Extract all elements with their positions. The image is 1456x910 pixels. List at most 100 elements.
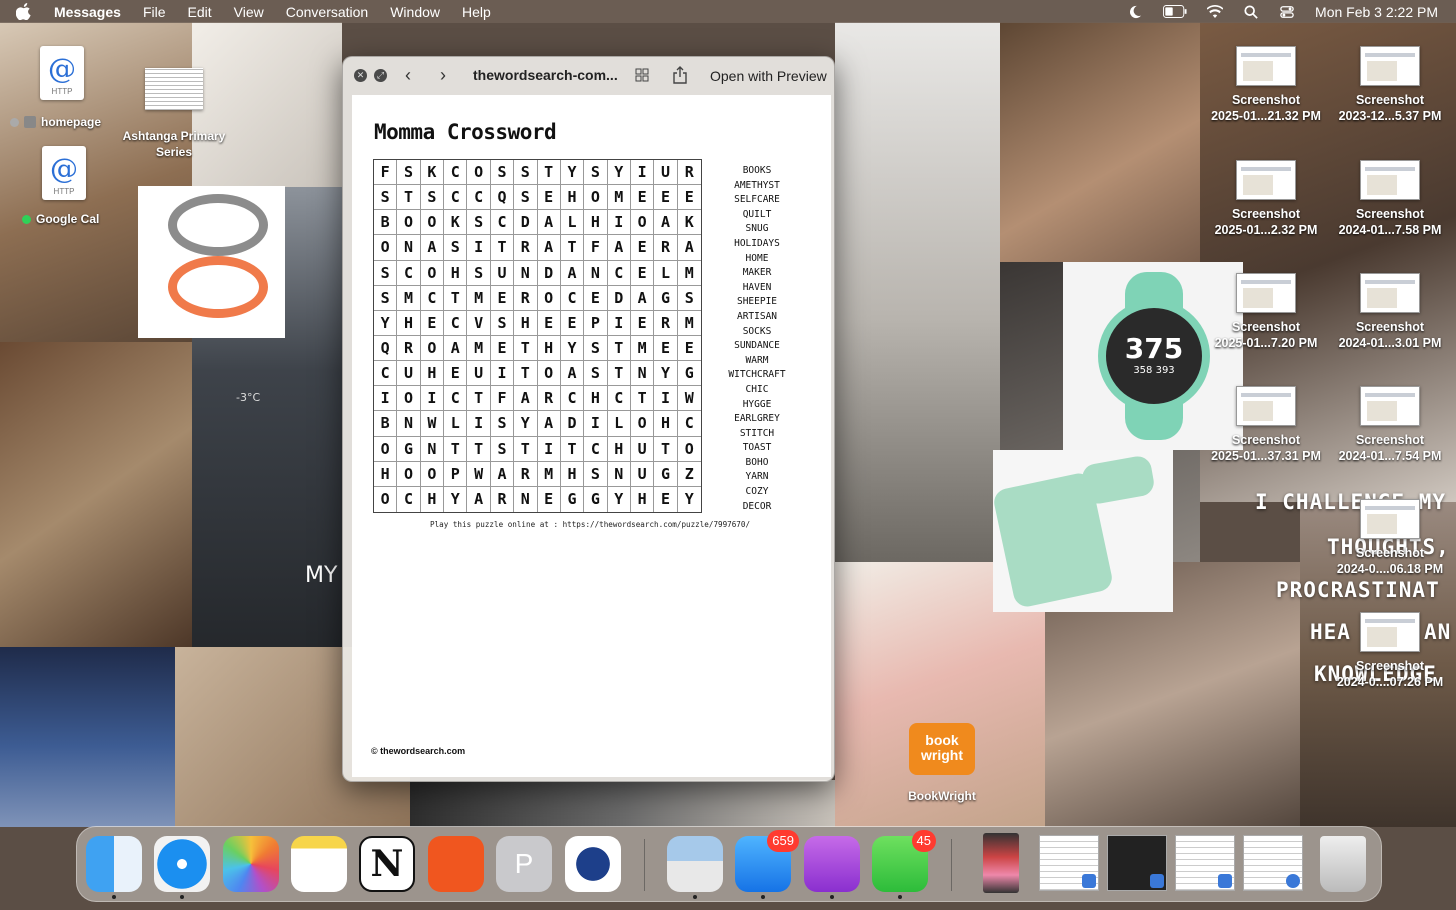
menubar-clock[interactable]: Mon Feb 3 2:22 PM <box>1315 4 1438 20</box>
close-icon[interactable]: ✕ <box>354 69 367 82</box>
grid-cell: D <box>514 210 538 236</box>
desktop-screenshot-3[interactable]: Screenshot 2025-01...2.32 PM <box>1204 160 1328 238</box>
grid-cell: S <box>584 335 608 362</box>
minimized-safari-window[interactable] <box>1243 835 1303 891</box>
grid-cell: S <box>444 235 468 261</box>
desktop-screenshot-7[interactable]: Screenshot 2025-01...37.31 PM <box>1204 386 1328 464</box>
grid-cell: T <box>397 185 421 211</box>
word-list-item: YARN <box>745 471 769 483</box>
screenshot-thumbnail <box>1360 499 1420 539</box>
moon-icon[interactable] <box>1127 5 1143 19</box>
minimized-book-cover[interactable] <box>983 833 1019 893</box>
messages-icon[interactable]: 45 <box>872 830 936 899</box>
word-list: BOOKS AMETHYST SELFCARE QUILT SNUG HOLIDAYS HO… <box>722 164 792 514</box>
preview-icon[interactable] <box>667 836 723 899</box>
grid-cell: N <box>514 260 538 286</box>
notion-icon[interactable]: N <box>359 836 415 892</box>
podcasts-icon[interactable] <box>804 836 860 899</box>
apple-logo-icon[interactable] <box>16 3 32 20</box>
wifi-icon[interactable] <box>1207 4 1224 19</box>
notes-icon[interactable] <box>291 836 347 892</box>
photos-icon[interactable] <box>223 836 279 892</box>
desktop-label-google-cal[interactable]: Google Cal <box>22 212 99 226</box>
grid-cell: Q <box>490 185 515 211</box>
grid-cell: T <box>654 436 678 462</box>
menu-messages[interactable]: Messages <box>54 4 121 20</box>
grid-view-icon[interactable] <box>635 68 649 82</box>
quick-look-window: ✕ ⤢ ‹ › thewordsearch-com... Open with P… <box>342 56 835 782</box>
grid-cell: A <box>537 411 561 437</box>
menu-conversation[interactable]: Conversation <box>286 4 369 20</box>
word-search-grid: FSKCOSSTYSYIURSTSCCQSEHOMEEEBOOKSCDALHIO… <box>373 159 702 513</box>
open-with-preview-button[interactable]: Open with Preview <box>704 65 833 87</box>
grid-cell: O <box>630 210 655 236</box>
substack-icon[interactable] <box>428 836 484 892</box>
search-icon[interactable] <box>1243 4 1259 19</box>
share-icon[interactable] <box>673 66 687 84</box>
grid-cell: Y <box>684 490 694 509</box>
desktop-screenshot-4[interactable]: Screenshot 2024-01...7.58 PM <box>1328 160 1452 238</box>
desktop-screenshot-2[interactable]: Screenshot 2023-12...5.37 PM <box>1328 46 1452 124</box>
desktop-icon-bookwright[interactable]: book wright BookWright <box>905 723 979 803</box>
menu-help[interactable]: Help <box>462 4 491 20</box>
grid-cell: A <box>467 486 491 512</box>
grid-cell: H <box>514 310 538 336</box>
desktop-screenshot-1[interactable]: Screenshot 2025-01...21.32 PM <box>1204 46 1328 124</box>
menu-view[interactable]: View <box>234 4 264 20</box>
menu-window[interactable]: Window <box>390 4 440 20</box>
fullscreen-icon[interactable]: ⤢ <box>374 69 387 82</box>
menu-file[interactable]: File <box>143 4 166 20</box>
grid-cell: O <box>397 461 421 487</box>
trash-icon[interactable] <box>1320 836 1366 892</box>
desktop-label-homepage[interactable]: homepage <box>10 115 101 129</box>
control-center-icon[interactable] <box>1279 5 1295 19</box>
minimized-document-1[interactable] <box>1039 835 1099 891</box>
grid-cell: I <box>584 411 608 437</box>
grid-cell: O <box>677 437 701 462</box>
grid-cell: H <box>631 486 655 512</box>
desktop-icon-homepage-file[interactable]: @ HTTP <box>38 46 86 100</box>
grid-cell: Y <box>514 411 538 437</box>
grid-cell: O <box>420 210 445 236</box>
grid-cell: T <box>490 235 515 261</box>
grid-cell: M <box>630 335 655 362</box>
desktop-icon-ashtanga[interactable]: Ashtanga Primary Series <box>115 68 233 160</box>
back-chevron-icon[interactable]: ‹ <box>405 65 411 86</box>
word-list-item: SELFCARE <box>734 194 780 206</box>
finder-icon[interactable] <box>86 836 142 899</box>
desktop-screenshot-6[interactable]: Screenshot 2024-01...3.01 PM <box>1328 273 1452 351</box>
word-list-item: ARTISAN <box>736 310 778 322</box>
mail-icon[interactable]: 659 <box>735 830 799 899</box>
presenter-icon[interactable]: P <box>496 836 552 892</box>
grid-cell: S <box>584 160 608 186</box>
grid-cell: W <box>420 411 445 437</box>
grid-cell: P <box>584 310 608 336</box>
desktop-screenshot-8[interactable]: Screenshot 2024-01...7.54 PM <box>1328 386 1452 464</box>
grid-cell: L <box>444 411 468 437</box>
globe-app-icon[interactable] <box>565 836 621 892</box>
gray-tag-dot <box>10 117 19 127</box>
menu-edit[interactable]: Edit <box>188 4 212 20</box>
word-list-item: BOHO <box>745 456 769 468</box>
battery-icon[interactable] <box>1163 5 1187 18</box>
desktop-screenshot-9[interactable]: Screenshot 2024-0....06.18 PM <box>1328 499 1452 577</box>
desktop-icon-google-cal-file[interactable]: @ HTTP <box>40 146 88 200</box>
bookwright-app-icon: book wright <box>909 723 975 775</box>
grid-cell: H <box>560 461 585 487</box>
minimized-document-3[interactable] <box>1175 835 1235 891</box>
desktop-screenshot-5[interactable]: Screenshot 2025-01...7.20 PM <box>1204 273 1328 351</box>
grid-cell: O <box>584 185 608 211</box>
grid-cell: G <box>561 486 585 512</box>
word-list-item: HOLIDAYS <box>734 237 780 249</box>
forward-chevron-icon[interactable]: › <box>440 65 446 86</box>
desktop-screenshot-10[interactable]: Screenshot 2024-0....07.26 PM <box>1328 612 1452 690</box>
grid-cell: E <box>560 310 585 336</box>
minimized-document-2[interactable] <box>1107 835 1167 891</box>
grid-cell: C <box>444 160 468 186</box>
grid-cell: O <box>420 260 445 286</box>
grid-cell: O <box>374 486 398 512</box>
grid-cell: U <box>467 361 491 387</box>
puzzle-url-line: Play this puzzle online at : https://the… <box>430 520 751 529</box>
safari-icon[interactable] <box>154 836 210 899</box>
grid-cell: T <box>467 436 491 462</box>
